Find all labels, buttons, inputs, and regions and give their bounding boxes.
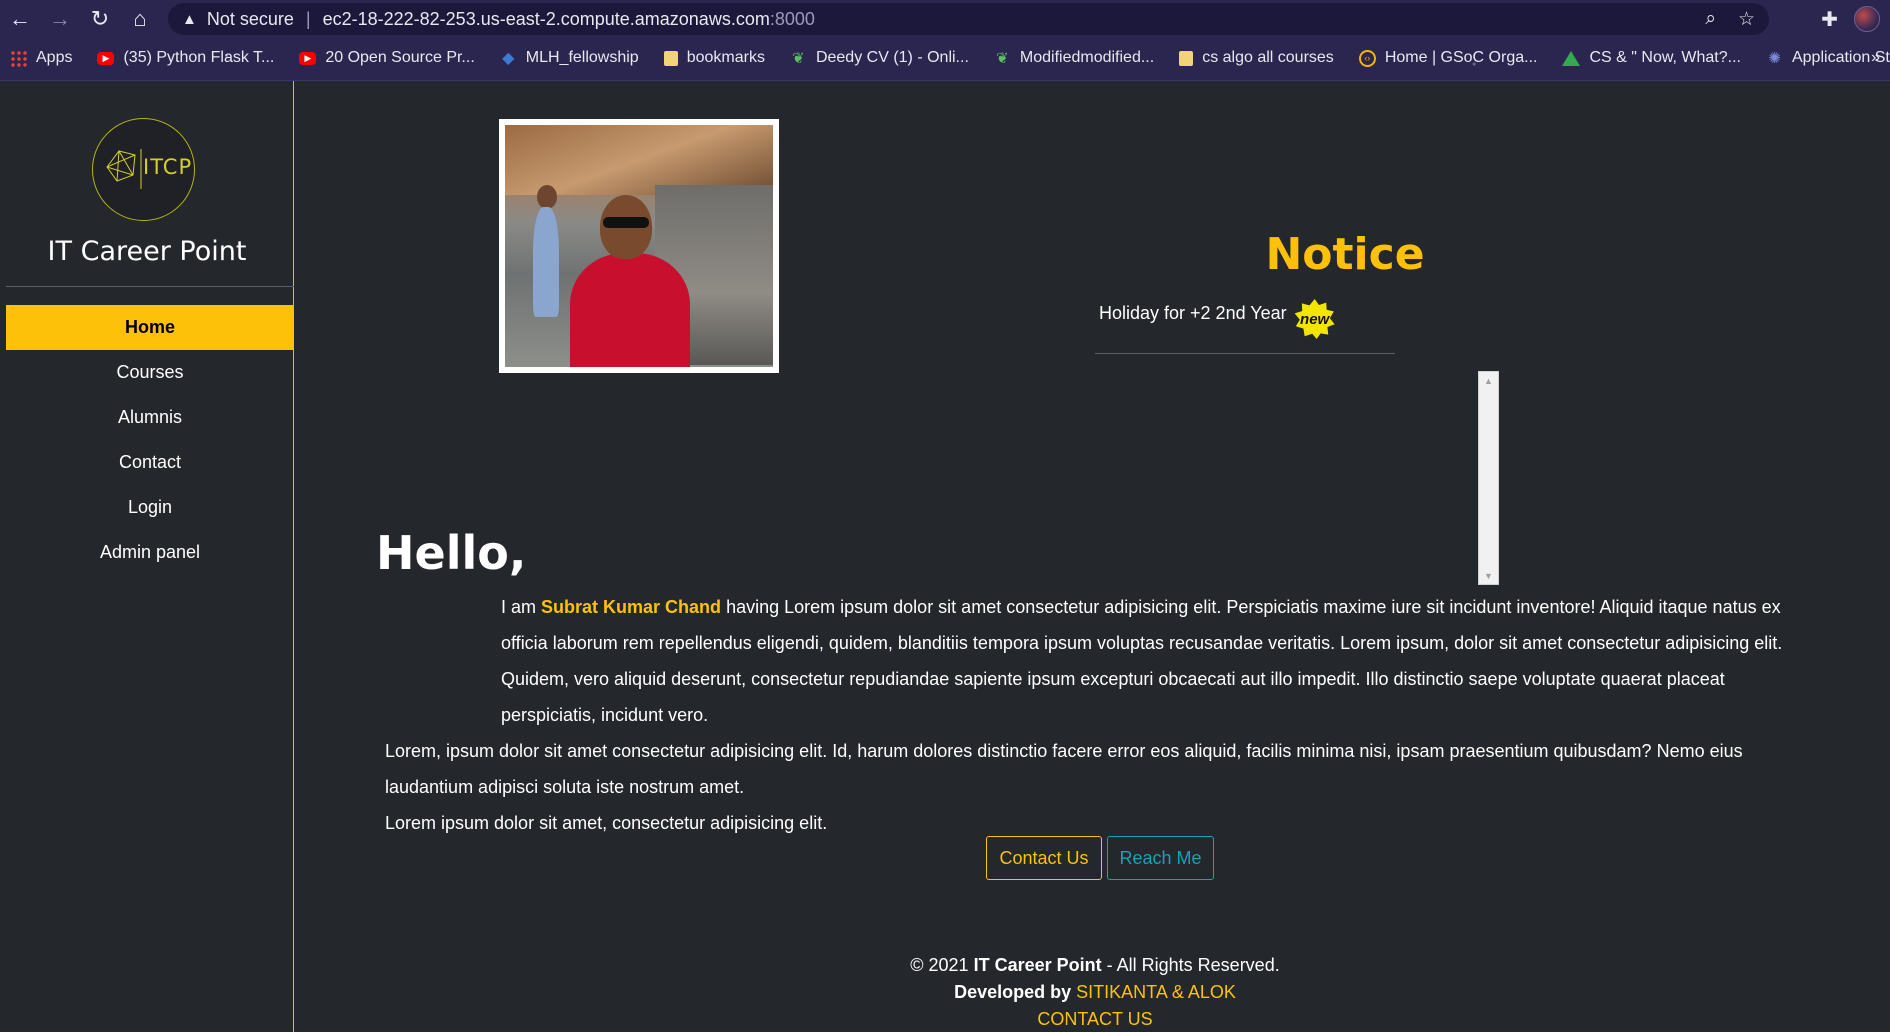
bookmark-star-icon[interactable]: ☆ [1738, 8, 1755, 31]
nav-alumnis[interactable]: Alumnis [6, 395, 294, 440]
photo-sunglasses [603, 217, 649, 228]
logo-text: ITCP [143, 155, 193, 179]
footer-contact-link[interactable]: CONTACT US [845, 1006, 1345, 1032]
address-separator: | [305, 8, 311, 29]
reload-icon[interactable]: ↻ [80, 0, 120, 38]
youtube-icon: ▶ [299, 51, 317, 65]
footer-site-name: IT Career Point [973, 955, 1102, 975]
folder-icon [1179, 50, 1194, 66]
extension-area: ✚ [1821, 0, 1880, 38]
contact-us-button[interactable]: Contact Us [986, 836, 1102, 880]
bookmark-label: Home | GSoC Orga... [1384, 49, 1538, 66]
apps-grid-icon [10, 49, 27, 67]
footer-rights: - All Rights Reserved. [1106, 955, 1280, 975]
footer-developer-names[interactable]: SITIKANTA & ALOK [1076, 982, 1236, 1002]
brand-divider [6, 286, 294, 287]
gsoc-icon: ‹› [1358, 49, 1376, 67]
overleaf-icon: ❦ [792, 50, 805, 67]
bookmark-label: CS & " Now, What?... [1589, 49, 1741, 66]
bookmark-label: Deedy CV (1) - Onli... [815, 49, 969, 66]
bookmark-label: Modifiedmodified... [1019, 49, 1155, 66]
bookmark-cs-now-what[interactable]: CS & " Now, What?... [1562, 49, 1741, 67]
profile-avatar[interactable] [1854, 6, 1880, 32]
back-icon[interactable]: ← [0, 0, 40, 38]
notice-item[interactable]: Holiday for +2 2nd Year new [1095, 291, 1395, 354]
bookmarks-bar: Apps ▶ (35) Python Flask T... ▶ 20 Open … [0, 42, 1890, 74]
bookmark-label: cs algo all courses [1202, 49, 1334, 66]
url-host: ec2-18-222-82-253.us-east-2.compute.amaz… [322, 8, 770, 29]
scroll-up-arrow-icon[interactable]: ▲ [1479, 372, 1498, 389]
bookmark-label: MLH_fellowship [525, 49, 639, 66]
extensions-puzzle-icon[interactable]: ✚ [1821, 7, 1838, 32]
photo-background-person [533, 207, 559, 317]
profile-photo [499, 119, 779, 373]
notice-title: Notice [1265, 229, 1425, 280]
security-label: Not secure [206, 8, 294, 29]
footer-copyright: © 2021 IT Career Point - All Rights Rese… [845, 952, 1345, 979]
photo-background-person-head [537, 185, 557, 209]
bookmark-label: bookmarks [686, 49, 765, 66]
bookmark-folder-bookmarks[interactable]: bookmarks [663, 49, 765, 67]
address-bar[interactable]: ▲ Not secure | ec2-18-222-82-253.us-east… [168, 3, 1769, 35]
overleaf-icon: ❦ [996, 50, 1009, 67]
bookmark-apps[interactable]: Apps [10, 49, 72, 67]
profile-photo-image [505, 125, 773, 367]
bookmark-deedy-cv[interactable]: ❦ Deedy CV (1) - Onli... [790, 49, 969, 67]
more-bookmarks-button[interactable]: » [1871, 42, 1880, 74]
warning-icon: ▲ [182, 10, 197, 28]
reach-me-button[interactable]: Reach Me [1107, 836, 1214, 880]
sidebar-nav: Home Courses Alumnis Contact Login Admin… [6, 305, 294, 575]
nav-home[interactable]: Home [6, 305, 294, 350]
site-logo[interactable]: ITCP [92, 118, 195, 221]
bookmark-open-source[interactable]: ▶ 20 Open Source Pr... [299, 49, 475, 67]
footer-developed-by: Developed by [954, 982, 1072, 1002]
main-content: Notice Holiday for +2 2nd Year new ▲ ▼ H… [295, 81, 1890, 1032]
bookmark-label: (35) Python Flask T... [123, 49, 275, 66]
home-icon[interactable]: ⌂ [120, 0, 160, 38]
youtube-icon: ▶ [97, 51, 115, 65]
app-status-icon: ✺ [1768, 50, 1781, 67]
person-name: Subrat Kumar Chand [541, 597, 722, 617]
notice-scrollbar[interactable]: ▲ ▼ [1478, 371, 1499, 585]
bookmark-label: Apps [36, 49, 73, 66]
forward-icon[interactable]: → [40, 0, 80, 38]
new-badge-icon: new [1294, 299, 1335, 339]
nav-contact[interactable]: Contact [6, 440, 294, 485]
notice-panel: Holiday for +2 2nd Year new [1095, 291, 1415, 505]
zoom-icon[interactable]: ⌕ [1705, 8, 1716, 30]
footer: © 2021 IT Career Point - All Rights Rese… [845, 952, 1345, 1032]
notice-list: Holiday for +2 2nd Year new [1095, 291, 1395, 505]
bookmark-label: 20 Open Source Pr... [325, 49, 475, 66]
footer-copyright-prefix: © 2021 [910, 955, 969, 975]
bookmark-python-flask[interactable]: ▶ (35) Python Flask T... [97, 49, 274, 67]
intro-paragraph-1: I am Subrat Kumar Chand having Lorem ips… [385, 589, 1800, 733]
bookmark-gsoc[interactable]: ‹› Home | GSoC Orga... [1358, 49, 1538, 67]
browser-chrome: ← → ↻ ⌂ ▲ Not secure | ec2-18-222-82-253… [0, 0, 1890, 81]
greeting-heading: Hello, [376, 526, 527, 580]
bookmark-cs-algo[interactable]: cs algo all courses [1179, 49, 1334, 67]
mlh-icon: ◆ [502, 50, 515, 67]
footer-developers: Developed by SITIKANTA & ALOK [845, 979, 1345, 1006]
address-bar-actions: ⌕ ☆ [1705, 3, 1755, 35]
bookmark-modified[interactable]: ❦ Modifiedmodified... [994, 49, 1154, 67]
intro-text: I am Subrat Kumar Chand having Lorem ips… [385, 589, 1800, 841]
scroll-down-arrow-icon[interactable]: ▼ [1479, 567, 1498, 584]
nav-login[interactable]: Login [6, 485, 294, 530]
folder-icon [663, 50, 678, 66]
nav-courses[interactable]: Courses [6, 350, 294, 395]
intro-paragraph-2: Lorem, ipsum dolor sit amet consectetur … [385, 741, 1743, 797]
notice-item-text: Holiday for +2 2nd Year [1099, 303, 1287, 323]
nav-admin-panel[interactable]: Admin panel [6, 530, 294, 575]
drive-icon [1562, 50, 1581, 66]
brand-name: IT Career Point [47, 236, 247, 267]
photo-red-shirt [570, 253, 690, 367]
sidebar: ITCP IT Career Point Home Courses Alumni… [0, 81, 294, 1032]
intro-lead: I am [501, 597, 537, 617]
bookmark-mlh[interactable]: ◆ MLH_fellowship [500, 49, 639, 67]
url-port: :8000 [769, 8, 815, 29]
